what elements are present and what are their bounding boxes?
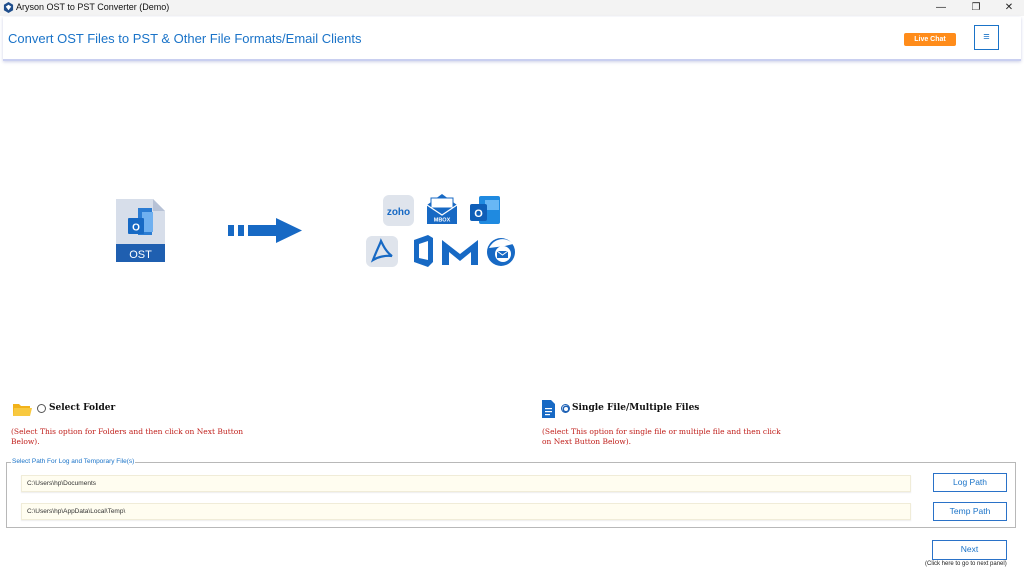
select-folder-label[interactable]: Select Folder: [49, 403, 115, 413]
mbox-label: MBOX: [434, 218, 451, 224]
temp-path-input[interactable]: C:\Users\hp\AppData\Local\Temp\: [21, 503, 911, 520]
single-file-description: (Select This option for single file or m…: [542, 427, 781, 446]
single-file-label[interactable]: Single File/Multiple Files: [572, 403, 699, 413]
zoho-label: zoho: [387, 207, 410, 218]
office365-icon: [414, 235, 433, 267]
select-folder-description: (Select This option for Folders and then…: [11, 427, 244, 446]
gmail-icon: [442, 240, 478, 265]
temp-path-button[interactable]: Temp Path: [933, 502, 1007, 521]
arrow-right-icon: [228, 218, 302, 243]
svg-text:O: O: [132, 223, 140, 234]
zoho-icon: zoho: [383, 195, 414, 226]
ost-label: OST: [129, 249, 152, 261]
outlook-icon: O: [470, 196, 500, 224]
ost-file-icon: O OST: [116, 199, 165, 262]
mbox-icon: MBOX: [426, 194, 458, 224]
next-hint: (Click here to go to next panel): [925, 561, 1007, 567]
select-folder-radio[interactable]: [37, 404, 46, 413]
next-button[interactable]: Next: [932, 540, 1007, 560]
thunderbird-icon: [487, 238, 515, 266]
svg-text:O: O: [474, 208, 483, 220]
pdf-icon: [366, 236, 398, 267]
log-path-input[interactable]: C:\Users\hp\Documents: [21, 475, 911, 492]
hero-illustration: O OST zoho MBOX O: [116, 194, 515, 267]
single-file-radio[interactable]: [561, 404, 570, 413]
paths-legend: Select Path For Log and Temporary File(s…: [11, 458, 136, 465]
folder-icon: [13, 404, 32, 416]
log-path-button[interactable]: Log Path: [933, 473, 1007, 492]
file-icon: [542, 400, 555, 418]
